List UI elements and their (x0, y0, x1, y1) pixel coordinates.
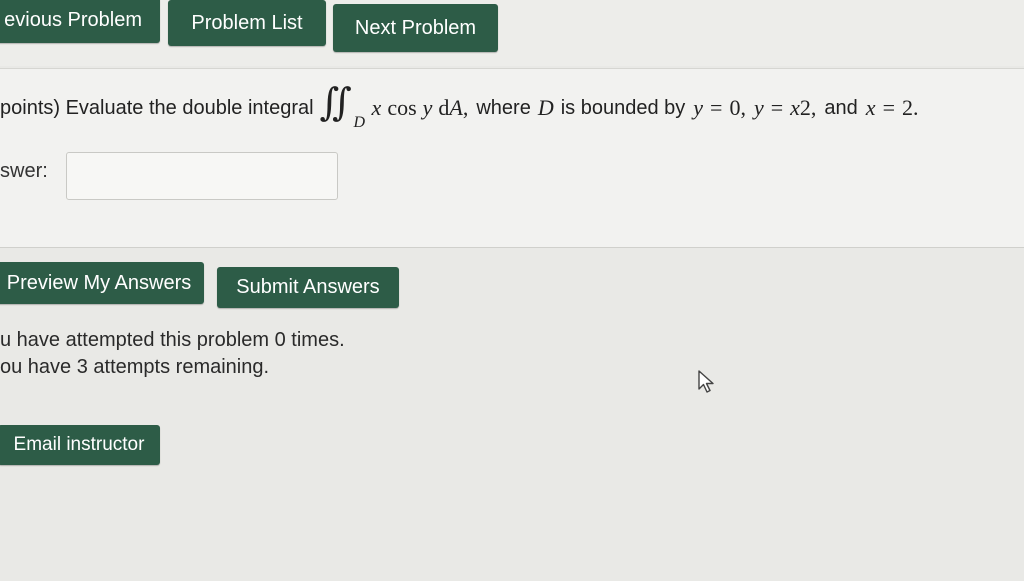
exponent-two: 2 (799, 95, 811, 120)
bounded-text: is bounded by (560, 96, 686, 119)
bound-y2: y (753, 95, 764, 120)
preview-answers-button[interactable]: Preview My Answers (0, 262, 204, 304)
answer-label: swer: (0, 160, 48, 182)
mouse-pointer-icon (698, 370, 714, 393)
attempts-remaining-text: ou have 3 attempts remaining. (0, 356, 270, 378)
webwork-problem-page: evious Problem Problem List Next Problem… (0, 0, 1024, 581)
bound-x-squared: x (790, 95, 800, 120)
problem-statement: points) Evaluate the double integral ∬ D… (0, 80, 919, 131)
integrand-y: y (422, 95, 433, 120)
bound-y1: y (693, 95, 704, 120)
comma-2: , (810, 95, 817, 120)
next-problem-button[interactable]: Next Problem (333, 4, 498, 52)
answer-input[interactable] (66, 152, 338, 200)
integrand-x: x (371, 95, 382, 120)
integrand-d: d (438, 95, 450, 120)
and-text: and (824, 96, 858, 119)
email-instructor-button[interactable]: Email instructor (0, 425, 160, 465)
submit-answers-button[interactable]: Submit Answers (217, 267, 399, 308)
comma: , (462, 95, 469, 120)
problem-prefix: points) Evaluate the double integral (0, 96, 314, 119)
bound-x3: x (865, 95, 876, 120)
attempts-made-text: u have attempted this problem 0 times. (0, 329, 345, 351)
region-D: D (537, 95, 554, 120)
double-integral-symbol: ∬ D (319, 80, 366, 131)
previous-problem-button[interactable]: evious Problem (0, 0, 160, 43)
equals-1: = (710, 95, 723, 120)
problem-list-button[interactable]: Problem List (168, 0, 326, 46)
integrand-cos: cos (387, 95, 417, 120)
equals-3: = (882, 95, 895, 120)
equals-2: = (770, 95, 784, 120)
integral-domain: D (353, 114, 366, 131)
bound-zero: 0, (729, 95, 746, 120)
where-text: where (476, 96, 531, 119)
integrand-A: A (449, 95, 463, 120)
bound-two: 2. (901, 95, 919, 120)
